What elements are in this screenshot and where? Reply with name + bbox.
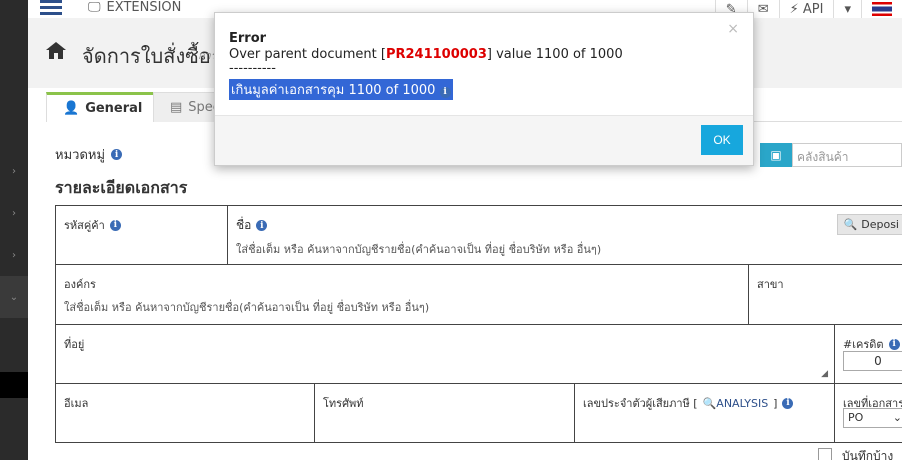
error-document-code: PR241100003: [385, 47, 487, 62]
error-dialog: × Error Over parent document [PR24110000…: [214, 12, 754, 166]
modal-overlay: × Error Over parent document [PR24110000…: [0, 0, 902, 460]
error-prefix: Over parent document [: [229, 47, 386, 62]
dialog-footer: OK: [215, 115, 753, 165]
highlighted-message: เกินมูลค่าเอกสารคุม 1100 of 1000 i: [229, 79, 453, 100]
dialog-body: Error Over parent document [PR241100003]…: [215, 13, 753, 117]
info-icon[interactable]: i: [439, 86, 451, 98]
ok-button[interactable]: OK: [701, 125, 743, 155]
dialog-title: Error: [229, 31, 267, 46]
error-suffix: ] value 1100 of 1000: [486, 47, 623, 62]
separator-text: ----------: [229, 61, 276, 76]
error-message: Over parent document [PR241100003] value…: [229, 47, 739, 62]
highlighted-text: เกินมูลค่าเอกสารคุม 1100 of 1000: [231, 83, 436, 98]
